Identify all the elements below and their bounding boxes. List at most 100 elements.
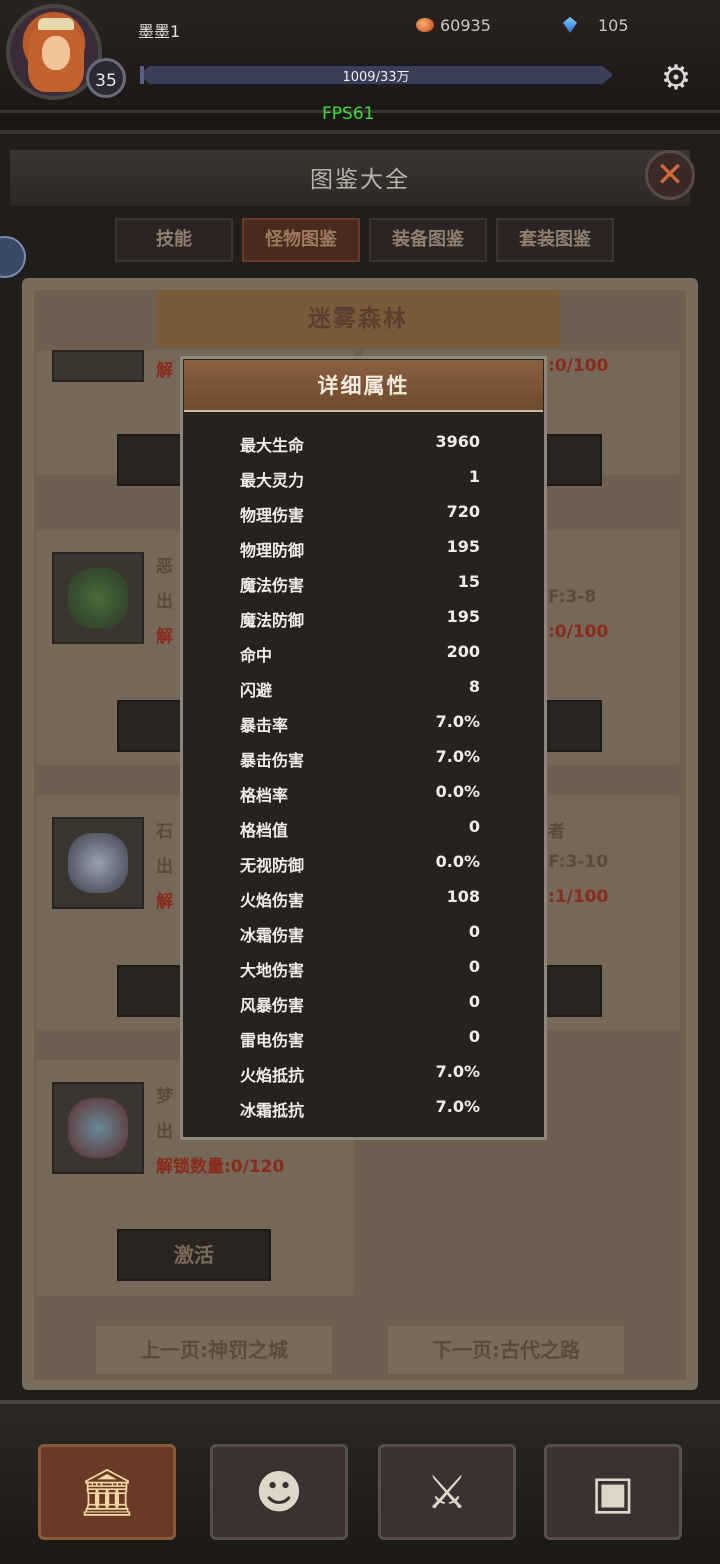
attribute-name: 格档率 [240,786,289,805]
unlock-count: :1/100 [548,887,609,907]
nightmare-monster-icon [68,1098,128,1158]
tab-monster-codex[interactable]: 怪物图鉴 [242,218,360,262]
monster-level-range: F:3-8 [548,587,597,607]
crossed-swords-icon: ⚔ [426,1465,468,1519]
attribute-name: 魔法防御 [240,611,305,630]
attribute-row: 大地伤害 0 [240,953,480,988]
attribute-name: 大地伤害 [240,961,305,980]
attribute-value: 200 [446,642,480,661]
attribute-value: 0 [468,992,480,1011]
unlock-count: 解锁数量:0/120 [156,1157,285,1177]
attribute-row: 魔法伤害 15 [240,568,480,603]
monster-level-range: F:3-10 [548,852,609,872]
monster-name: 梦 [156,1087,173,1107]
attribute-value: 720 [446,502,480,521]
attribute-row: 暴击率 7.0% [240,708,480,743]
attribute-row: 雷电伤害 0 [240,1023,480,1058]
unlock-count: :0/100 [548,622,609,642]
monster-location: 出 [156,857,173,877]
attribute-list: 最大生命 3960 最大灵力 1 物理伤害 720 物理防御 195 魔法伤害 15 魔法防御 195… [240,428,480,1128]
attribute-value: 0.0% [435,852,480,871]
attribute-value: 3960 [435,432,480,451]
attribute-value: 0 [468,817,480,836]
player-name: 墨墨1 [138,22,181,41]
activate-button[interactable]: 激活 [117,1229,271,1281]
attribute-value: 7.0% [435,747,480,766]
attribute-row: 最大生命 3960 [240,428,480,463]
monster-location: 出 [156,1122,173,1142]
attribute-row: 无视防御 0.0% [240,848,480,883]
attribute-name: 暴击率 [240,716,289,735]
prev-page-button[interactable]: 上一页:神罚之城 [96,1326,332,1374]
character-icon: ☻ [255,1465,303,1519]
avatar-crown [38,18,74,30]
demon-monster-icon [68,568,128,628]
attribute-row: 火焰抵抗 7.0% [240,1058,480,1093]
attribute-row: 冰霜伤害 0 [240,918,480,953]
attribute-row: 魔法防御 195 [240,603,480,638]
monster-location: 出 [156,592,173,612]
attribute-name: 无视防御 [240,856,305,875]
attribute-row: 暴击伤害 7.0% [240,743,480,778]
monster-name: 恶 [156,557,173,577]
attribute-value: 0 [468,1027,480,1046]
attribute-value: 1 [468,467,480,486]
monster-name: 者 [548,822,565,842]
attribute-row: 冰霜抵抗 7.0% [240,1093,480,1128]
nav-codex-museum-icon[interactable]: 🏛 [38,1444,176,1540]
attribute-value: 195 [446,607,480,626]
attribute-row: 闪避 8 [240,673,480,708]
attribute-name: 格档值 [240,821,289,840]
attribute-name: 物理防御 [240,541,305,560]
tab-skills[interactable]: 技能 [115,218,233,262]
attribute-value: 195 [446,537,480,556]
experience-text: 1009/33万 [342,70,410,85]
attribute-value: 8 [468,677,480,696]
attribute-name: 风暴伤害 [240,996,305,1015]
tab-equipment-codex[interactable]: 装备图鉴 [369,218,487,262]
attribute-name: 火焰伤害 [240,891,305,910]
attribute-row: 物理伤害 720 [240,498,480,533]
tab-set-codex[interactable]: 套装图鉴 [496,218,614,262]
monster-thumbnail [52,817,144,909]
attribute-row: 命中 200 [240,638,480,673]
attribute-name: 闪避 [240,681,273,700]
attribute-name: 物理伤害 [240,506,305,525]
attribute-name: 暴击伤害 [240,751,305,770]
close-button[interactable]: ✕ [645,150,695,200]
attribute-value: 7.0% [435,1097,480,1116]
gold-coin-icon [416,18,434,32]
next-page-button[interactable]: 下一页:古代之路 [388,1326,624,1374]
panel-title: 图鉴大全 [310,167,410,193]
attribute-value: 0 [468,922,480,941]
monster-name: 石 [156,822,173,842]
treasure-chest-icon: ▣ [591,1465,635,1519]
attribute-name: 最大生命 [240,436,305,455]
monster-thumbnail [52,552,144,644]
attribute-name: 冰霜抵抗 [240,1101,305,1120]
unlock-count: 解 [156,361,173,381]
attribute-value: 7.0% [435,1062,480,1081]
settings-gear-icon[interactable]: ⚙ [652,54,700,102]
nav-character-icon[interactable]: ☻ [210,1444,348,1540]
attribute-row: 格档值 0 [240,813,480,848]
attribute-row: 物理防御 195 [240,533,480,568]
nav-battle-icon[interactable]: ⚔ [378,1444,516,1540]
attribute-value: 0 [468,957,480,976]
attribute-name: 火焰抵抗 [240,1066,305,1085]
attribute-value: 15 [457,572,480,591]
museum-icon: 🏛 [77,1465,137,1519]
attribute-row: 火焰伤害 108 [240,883,480,918]
attribute-name: 魔法伤害 [240,576,305,595]
monster-thumbnail [52,1082,144,1174]
attribute-row: 格档率 0.0% [240,778,480,813]
unlock-count: 解 [156,892,173,912]
attribute-name: 最大灵力 [240,471,305,490]
unlock-count: :0/100 [548,356,609,376]
attribute-name: 冰霜伤害 [240,926,305,945]
popup-title: 详细属性 [317,374,410,398]
nav-inventory-icon[interactable]: ▣ [544,1444,682,1540]
gem-amount: 105 [598,16,629,35]
attribute-value: 0.0% [435,782,480,801]
monster-thumbnail [52,350,144,382]
